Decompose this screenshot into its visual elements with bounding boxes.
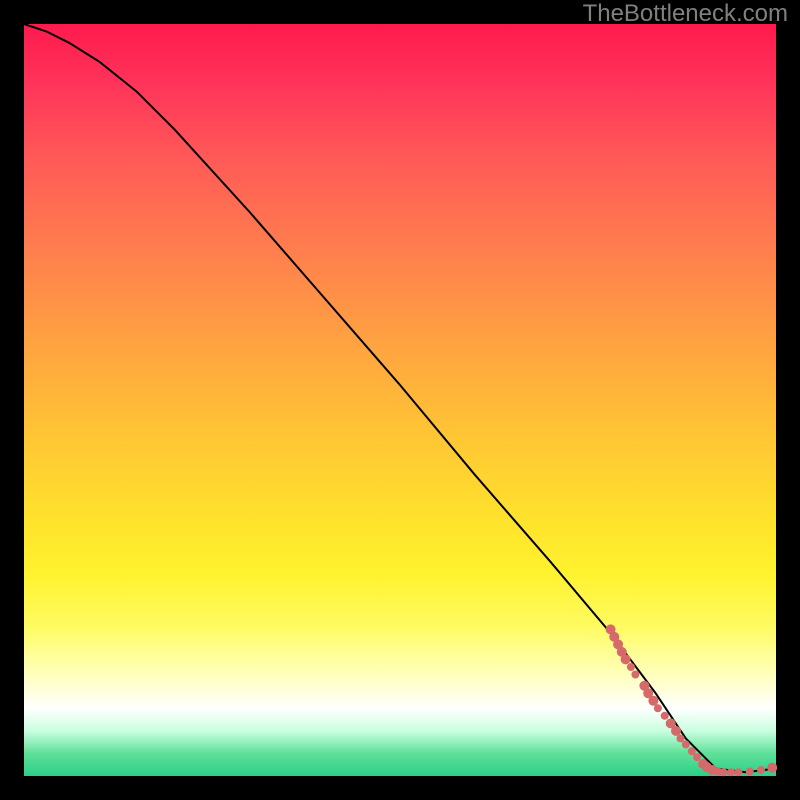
- data-marker: [671, 726, 681, 736]
- plot-area: [24, 24, 776, 776]
- watermark-label: TheBottleneck.com: [583, 0, 788, 28]
- data-marker: [719, 768, 727, 776]
- data-marker: [682, 740, 690, 748]
- data-marker: [757, 766, 765, 774]
- chart-frame: TheBottleneck.com: [0, 0, 800, 800]
- data-marker: [727, 768, 735, 776]
- data-marker: [648, 696, 658, 706]
- data-marker: [627, 663, 635, 671]
- data-marker: [693, 753, 701, 761]
- marker-group: [606, 624, 778, 776]
- data-marker: [746, 768, 754, 776]
- performance-curve: [24, 24, 776, 772]
- data-marker: [631, 671, 639, 679]
- data-marker: [654, 704, 662, 712]
- data-marker: [621, 654, 631, 664]
- data-marker: [677, 734, 685, 742]
- data-marker: [661, 712, 669, 720]
- chart-svg: [24, 24, 776, 776]
- data-marker: [767, 763, 777, 773]
- data-marker: [688, 747, 696, 755]
- data-marker: [734, 768, 742, 776]
